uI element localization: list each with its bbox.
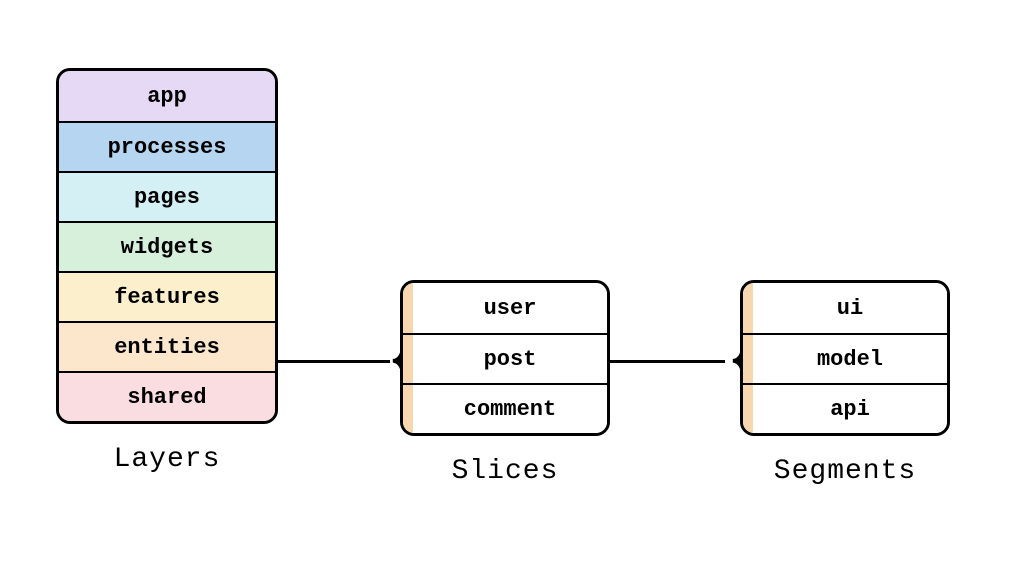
connector-layers-slices xyxy=(278,360,390,363)
slices-column: user post comment Slices xyxy=(400,280,610,487)
stripe-icon xyxy=(743,283,753,333)
layers-caption: Layers xyxy=(114,444,221,475)
segments-caption: Segments xyxy=(774,456,916,487)
layer-pages: pages xyxy=(59,171,275,221)
layers-column: app processes pages widgets features ent… xyxy=(56,68,278,475)
segments-box: ui model api xyxy=(740,280,950,436)
slice-post: post xyxy=(403,333,607,383)
layer-label: shared xyxy=(127,385,206,410)
stripe-icon xyxy=(743,335,753,383)
stripe-icon xyxy=(403,283,413,333)
layer-label: app xyxy=(147,84,187,109)
layer-processes: processes xyxy=(59,121,275,171)
stripe-icon xyxy=(403,335,413,383)
segments-column: ui model api Segments xyxy=(740,280,950,487)
architecture-diagram: app processes pages widgets features ent… xyxy=(0,0,1030,573)
layer-label: pages xyxy=(134,185,200,210)
connector-slices-segments xyxy=(610,360,725,363)
layer-label: widgets xyxy=(121,235,213,260)
layer-widgets: widgets xyxy=(59,221,275,271)
stripe-icon xyxy=(403,385,413,433)
slice-label: post xyxy=(484,347,537,372)
slice-comment: comment xyxy=(403,383,607,433)
slice-user: user xyxy=(403,283,607,333)
layer-label: features xyxy=(114,285,220,310)
layer-label: processes xyxy=(108,135,227,160)
slices-caption: Slices xyxy=(452,456,559,487)
layer-app: app xyxy=(59,71,275,121)
stripe-icon xyxy=(743,385,753,433)
layer-entities: entities xyxy=(59,321,275,371)
segment-api: api xyxy=(743,383,947,433)
layer-features: features xyxy=(59,271,275,321)
slice-label: comment xyxy=(464,397,556,422)
slice-label: user xyxy=(484,296,537,321)
layer-shared: shared xyxy=(59,371,275,421)
segment-ui: ui xyxy=(743,283,947,333)
segment-label: model xyxy=(817,347,883,372)
layer-label: entities xyxy=(114,335,220,360)
segment-model: model xyxy=(743,333,947,383)
segment-label: ui xyxy=(837,296,863,321)
layers-box: app processes pages widgets features ent… xyxy=(56,68,278,424)
segment-label: api xyxy=(830,397,870,422)
slices-box: user post comment xyxy=(400,280,610,436)
